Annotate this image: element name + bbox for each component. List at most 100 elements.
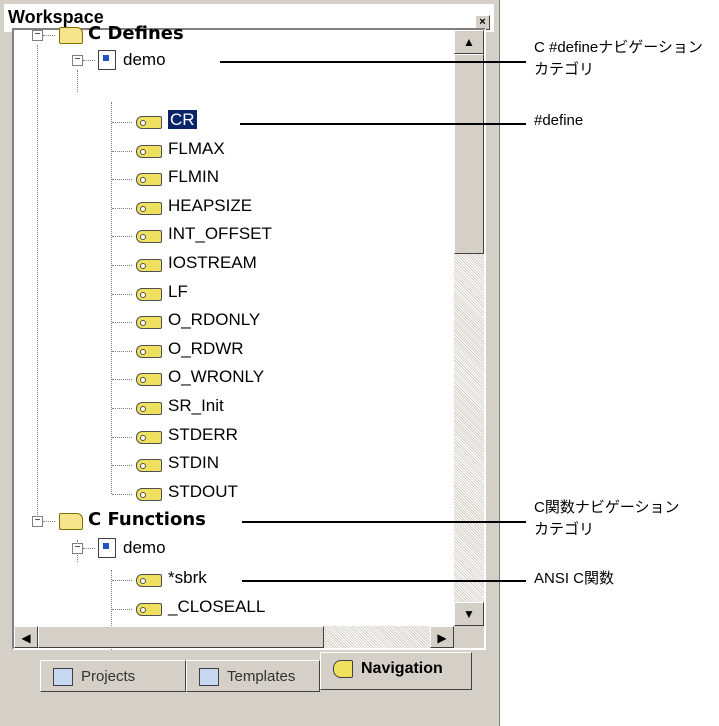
tree-item-label: INT_OFFSET xyxy=(168,224,272,244)
tree-item-label: O_RDWR xyxy=(168,338,244,358)
tree-line xyxy=(112,580,132,581)
tab-label: Templates xyxy=(227,668,296,685)
annotation-functions-category: C関数ナビゲーション カテゴリ xyxy=(534,497,680,541)
callout-line xyxy=(242,521,526,523)
tree-item[interactable]: O_WRONLY xyxy=(168,367,264,391)
folder-icon xyxy=(59,27,83,44)
tab-label: Navigation xyxy=(361,660,443,677)
tree-line xyxy=(112,293,132,295)
tab-label: Projects xyxy=(81,668,136,685)
projects-icon xyxy=(53,668,73,686)
collapse-toggle[interactable]: − xyxy=(32,516,43,527)
tree-line xyxy=(43,35,55,36)
category-c-functions[interactable]: C Functions xyxy=(88,509,206,533)
annotation-define: #define xyxy=(534,112,584,129)
tree-line xyxy=(112,150,132,152)
templates-icon xyxy=(199,668,219,686)
collapse-toggle[interactable]: − xyxy=(72,543,83,554)
annotation-ansi-c-function: ANSI C関数 xyxy=(534,570,615,587)
project-icon xyxy=(98,50,116,70)
annotation-text: カテゴリ xyxy=(534,61,595,78)
tree-item[interactable]: SR_Init xyxy=(168,396,224,420)
tag-icon xyxy=(136,459,162,473)
tag-icon xyxy=(136,487,162,501)
tag-icon xyxy=(136,402,162,415)
scroll-left-button[interactable]: ◀ xyxy=(14,626,38,648)
tree-line xyxy=(83,548,95,549)
tag-icon xyxy=(136,602,162,616)
tree-item[interactable]: HEAPSIZE xyxy=(168,196,252,220)
tag-icon xyxy=(136,259,162,272)
tag-icon xyxy=(136,430,162,444)
tree-line xyxy=(112,236,132,238)
tree-item-label: CR xyxy=(167,109,198,130)
tree-item-label: IOSTREAM xyxy=(168,253,257,272)
tree-line xyxy=(112,122,132,123)
tree-item[interactable]: INT_OFFSET xyxy=(168,224,272,248)
tab-templates[interactable]: Templates xyxy=(186,660,320,692)
tree-line xyxy=(112,179,132,181)
tag-icon xyxy=(136,116,162,129)
horizontal-scroll-thumb[interactable] xyxy=(38,626,324,648)
annotation-defines-category: C #defineナビゲーション カテゴリ xyxy=(534,37,703,81)
category-c-defines[interactable]: C Defines xyxy=(88,23,184,47)
tree-line xyxy=(112,465,132,467)
tag-icon xyxy=(136,201,162,215)
collapse-toggle[interactable]: − xyxy=(32,30,43,41)
tag-icon xyxy=(136,574,162,587)
tag-icon xyxy=(136,230,162,244)
tree-item[interactable]: IOSTREAM xyxy=(168,253,257,277)
project-demo[interactable]: demo xyxy=(123,50,166,74)
tree-item[interactable]: STDOUT xyxy=(168,482,238,506)
tree-item-label: _CLOSEALL xyxy=(168,596,266,616)
tree-line xyxy=(112,608,132,610)
tree-line xyxy=(37,45,38,525)
tree-item[interactable]: LF xyxy=(168,282,188,306)
tree-view[interactable] xyxy=(12,28,486,650)
tag-icon xyxy=(136,344,162,358)
tree-line xyxy=(112,436,132,438)
tree-line xyxy=(112,350,132,352)
tag-icon xyxy=(136,144,162,158)
tab-navigation[interactable]: Navigation xyxy=(320,652,472,690)
scroll-up-button[interactable]: ▲ xyxy=(454,30,484,54)
project-icon xyxy=(98,538,116,558)
tree-line xyxy=(77,70,78,92)
tree-line xyxy=(43,521,55,522)
tab-projects[interactable]: Projects xyxy=(40,660,186,692)
tree-item-label: FLMIN xyxy=(168,167,219,187)
tree-item[interactable]: STDERR xyxy=(168,425,238,449)
collapse-toggle[interactable]: − xyxy=(72,55,83,66)
scroll-corner xyxy=(454,626,484,648)
annotation-text: カテゴリ xyxy=(534,521,595,538)
tree-line xyxy=(112,493,132,495)
tag-icon xyxy=(136,373,162,387)
tree-item[interactable]: O_RDONLY xyxy=(168,310,260,334)
callout-line xyxy=(240,123,526,125)
tree-item[interactable]: FLMAX xyxy=(168,139,225,163)
tree-item-label: LF xyxy=(168,281,188,301)
project-demo[interactable]: demo xyxy=(123,538,166,562)
tag-icon xyxy=(136,316,162,330)
tree-item-label: STDIN xyxy=(168,453,219,473)
tree-item[interactable]: *sbrk xyxy=(168,568,207,592)
tree-item[interactable]: CR xyxy=(167,109,198,134)
workspace-panel: Workspace × − C Defines − demo CR FLMAX FL… xyxy=(0,0,500,726)
tree-item-label: STDERR xyxy=(168,424,238,444)
tree-line xyxy=(112,408,132,409)
tree-line xyxy=(112,322,132,324)
tree-line xyxy=(112,207,132,209)
tree-item[interactable]: STDIN xyxy=(168,453,219,477)
vertical-scroll-thumb[interactable] xyxy=(454,54,484,254)
scroll-down-button[interactable]: ▼ xyxy=(454,602,484,626)
tree-item-label: FLMAX xyxy=(168,138,225,158)
tree-item[interactable]: _CLOSEALL xyxy=(168,597,265,621)
tree-item-label: O_WRONLY xyxy=(168,367,265,387)
scroll-right-button[interactable]: ▶ xyxy=(430,626,454,648)
tree-item[interactable]: FLMIN xyxy=(168,167,219,191)
tree-line xyxy=(83,60,95,61)
tree-item[interactable]: O_RDWR xyxy=(168,339,244,363)
tree-line xyxy=(112,265,132,266)
tag-icon xyxy=(333,660,353,678)
annotation-text: C #defineナビゲーション xyxy=(534,39,703,56)
